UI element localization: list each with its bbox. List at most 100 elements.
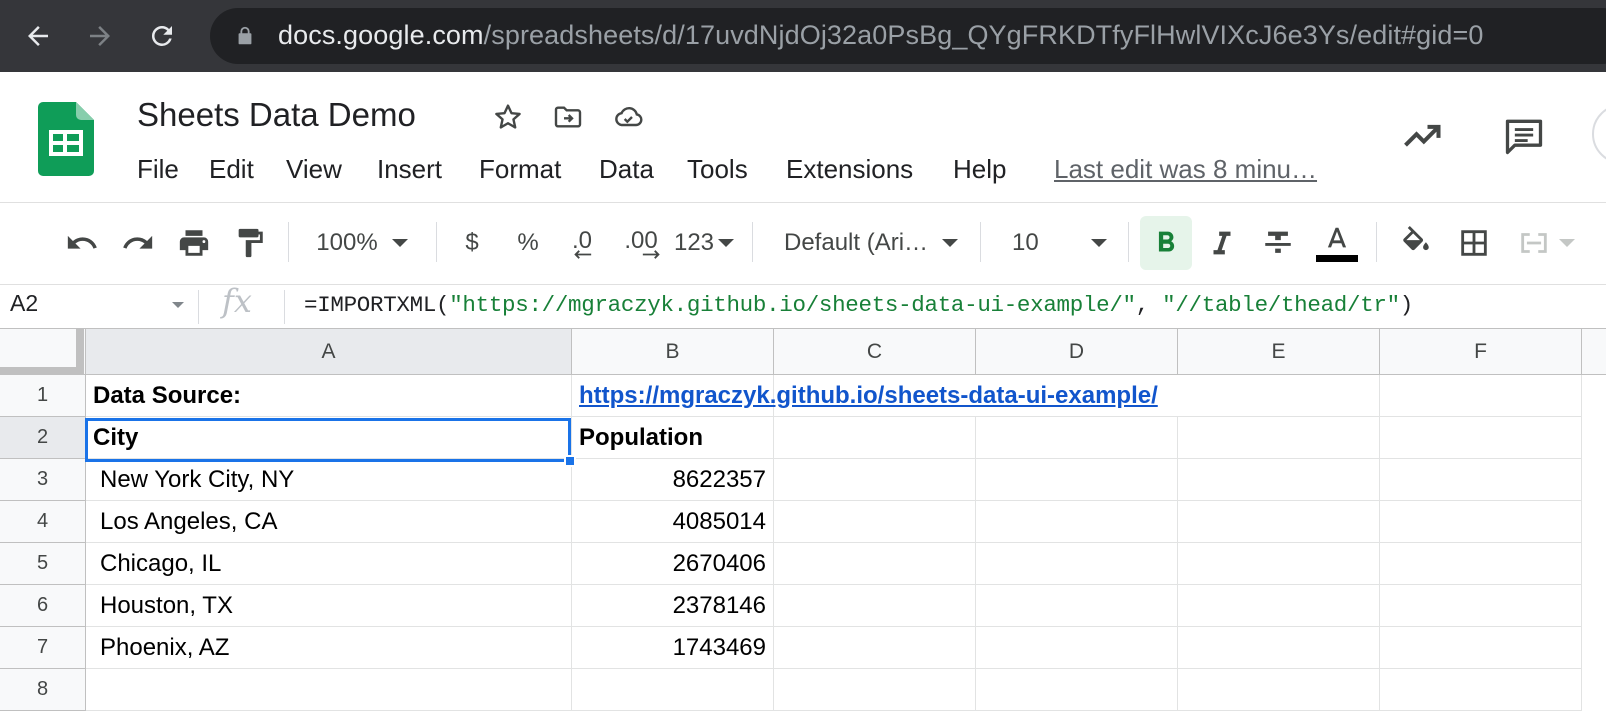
undo-icon[interactable] <box>58 218 106 268</box>
menu-edit[interactable]: Edit <box>209 154 254 185</box>
menu-help[interactable]: Help <box>953 154 1006 185</box>
menu-extensions[interactable]: Extensions <box>786 154 913 185</box>
cell-c4[interactable] <box>774 501 976 543</box>
cell-e6[interactable] <box>1178 585 1380 627</box>
last-edit-link[interactable]: Last edit was 8 minu… <box>1054 154 1317 185</box>
cell-b6[interactable]: 2378146 <box>572 585 774 627</box>
cell-e8[interactable] <box>1178 669 1380 711</box>
freeze-handle-horizontal[interactable] <box>0 367 84 375</box>
cell-f3[interactable] <box>1380 459 1582 501</box>
paint-format-icon[interactable] <box>226 218 274 268</box>
more-formats-button[interactable]: 123 <box>672 218 736 268</box>
cell-d5[interactable] <box>976 543 1178 585</box>
print-icon[interactable] <box>170 218 218 268</box>
cloud-saved-icon[interactable] <box>610 99 646 135</box>
cell-a7[interactable]: Phoenix, AZ <box>86 627 572 669</box>
cell-b7[interactable]: 1743469 <box>572 627 774 669</box>
row-header-2[interactable]: 2 <box>0 417 86 459</box>
cell-e5[interactable] <box>1178 543 1380 585</box>
sheets-logo-icon[interactable] <box>38 102 94 176</box>
star-icon[interactable] <box>490 99 526 135</box>
font-size-select[interactable]: 10 <box>1000 218 1118 268</box>
comment-icon[interactable] <box>1500 112 1548 160</box>
fill-handle[interactable] <box>564 455 576 467</box>
back-arrow-icon[interactable] <box>18 16 58 56</box>
italic-icon[interactable] <box>1198 218 1246 268</box>
cell-b5[interactable]: 2670406 <box>572 543 774 585</box>
address-bar[interactable]: docs.google.com/spreadsheets/d/17uvdNjdO… <box>210 8 1606 64</box>
cell-d8[interactable] <box>976 669 1178 711</box>
cell-e1[interactable] <box>1178 375 1380 417</box>
cell-d3[interactable] <box>976 459 1178 501</box>
row-header-4[interactable]: 4 <box>0 501 86 543</box>
cell-b8[interactable] <box>572 669 774 711</box>
menu-view[interactable]: View <box>286 154 342 185</box>
column-header-g-partial[interactable] <box>1582 329 1606 375</box>
cell-d4[interactable] <box>976 501 1178 543</box>
cell-a3[interactable]: New York City, NY <box>86 459 572 501</box>
cell-c3[interactable] <box>774 459 976 501</box>
menu-data[interactable]: Data <box>599 154 654 185</box>
cell-f4[interactable] <box>1380 501 1582 543</box>
move-folder-icon[interactable] <box>550 99 586 135</box>
column-header-e[interactable]: E <box>1178 329 1380 375</box>
name-box[interactable]: A2 <box>10 290 38 317</box>
chevron-down-icon[interactable] <box>172 302 184 308</box>
decrease-decimal-button[interactable]: .0 <box>558 218 606 268</box>
zoom-select[interactable]: 100% <box>300 218 424 268</box>
menu-tools[interactable]: Tools <box>687 154 748 185</box>
formula-input[interactable]: =IMPORTXML("https://mgraczyk.github.io/s… <box>304 292 1413 318</box>
cell-c8[interactable] <box>774 669 976 711</box>
cell-a6[interactable]: Houston, TX <box>86 585 572 627</box>
lock-icon[interactable] <box>234 25 256 47</box>
borders-icon[interactable] <box>1450 218 1498 268</box>
row-header-6[interactable]: 6 <box>0 585 86 627</box>
cell-a5[interactable]: Chicago, IL <box>86 543 572 585</box>
cell-a4[interactable]: Los Angeles, CA <box>86 501 572 543</box>
column-header-b[interactable]: B <box>572 329 774 375</box>
currency-format-button[interactable]: $ <box>452 218 492 268</box>
bold-button[interactable] <box>1140 216 1192 270</box>
row-header-8[interactable]: 8 <box>0 669 86 711</box>
cell-e7[interactable] <box>1178 627 1380 669</box>
column-header-d[interactable]: D <box>976 329 1178 375</box>
cell-c7[interactable] <box>774 627 976 669</box>
percent-format-button[interactable]: % <box>508 218 548 268</box>
strikethrough-icon[interactable] <box>1254 218 1302 268</box>
cell-d7[interactable] <box>976 627 1178 669</box>
document-title[interactable]: Sheets Data Demo <box>137 96 416 134</box>
forward-arrow-icon[interactable] <box>80 16 120 56</box>
cell-e4[interactable] <box>1178 501 1380 543</box>
text-color-button[interactable] <box>1310 218 1364 268</box>
cell-b2[interactable]: Population <box>572 417 774 459</box>
cell-a1[interactable]: Data Source: <box>86 375 572 417</box>
column-header-f[interactable]: F <box>1380 329 1582 375</box>
row-header-7[interactable]: 7 <box>0 627 86 669</box>
row-header-5[interactable]: 5 <box>0 543 86 585</box>
cell-b1-link[interactable]: https://mgraczyk.github.io/sheets-data-u… <box>572 375 1158 417</box>
cell-f8[interactable] <box>1380 669 1582 711</box>
cell-f6[interactable] <box>1380 585 1582 627</box>
increase-decimal-button[interactable]: .00 <box>614 218 668 268</box>
cell-d2[interactable] <box>976 417 1178 459</box>
cell-b3[interactable]: 8622357 <box>572 459 774 501</box>
font-family-select[interactable]: Default (Ari… <box>770 218 966 268</box>
cell-e2[interactable] <box>1178 417 1380 459</box>
cell-a8[interactable] <box>86 669 572 711</box>
cell-f7[interactable] <box>1380 627 1582 669</box>
cell-d6[interactable] <box>976 585 1178 627</box>
column-header-a[interactable]: A <box>86 329 572 375</box>
cell-e3[interactable] <box>1178 459 1380 501</box>
cell-b4[interactable]: 4085014 <box>572 501 774 543</box>
fill-color-icon[interactable] <box>1392 218 1440 268</box>
merge-cells-button[interactable] <box>1506 218 1586 268</box>
menu-format[interactable]: Format <box>479 154 561 185</box>
cell-f2[interactable] <box>1380 417 1582 459</box>
menu-insert[interactable]: Insert <box>377 154 442 185</box>
activity-trend-icon[interactable] <box>1398 112 1446 160</box>
cell-f5[interactable] <box>1380 543 1582 585</box>
cell-c5[interactable] <box>774 543 976 585</box>
column-header-c[interactable]: C <box>774 329 976 375</box>
cell-c2[interactable] <box>774 417 976 459</box>
row-header-3[interactable]: 3 <box>0 459 86 501</box>
